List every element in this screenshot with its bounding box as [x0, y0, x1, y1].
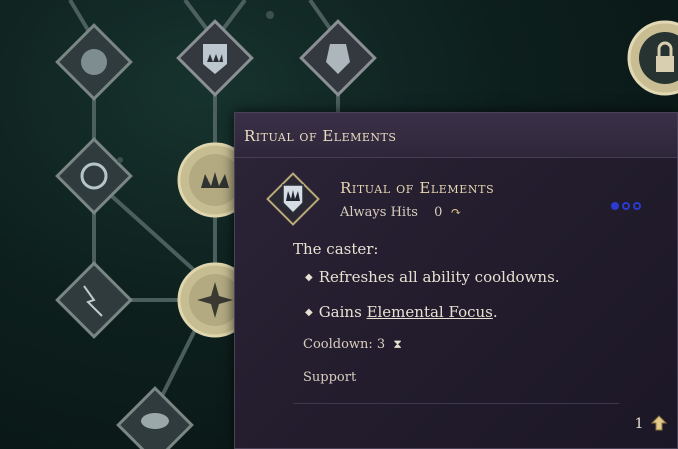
refresh-arrow-icon: ↷ — [450, 205, 462, 220]
upgrade-cost: 1 — [635, 415, 667, 432]
skill-node-locked-crystal[interactable] — [299, 19, 377, 97]
description-bullet: ◆ Refreshes all ability cooldowns. — [305, 268, 560, 286]
crown-shield-icon — [266, 172, 320, 226]
bullet-diamond-icon: ◆ — [305, 272, 313, 283]
elemental-focus-link[interactable]: Elemental Focus — [367, 303, 493, 321]
cost-value: 1 — [634, 416, 644, 432]
recovery-value: 0 — [434, 205, 443, 220]
accuracy-text: Always Hits — [340, 205, 418, 220]
hourglass-icon: ⧗ — [393, 337, 402, 351]
description-bullet: ◆ Gains Elemental Focus. — [305, 303, 498, 321]
pip-empty — [633, 202, 641, 210]
skill-node-crown-shield[interactable] — [176, 19, 254, 97]
skill-node-cloud[interactable] — [116, 386, 194, 449]
ability-meta: Always Hits 0 ↷ — [340, 205, 461, 220]
cooldown-text: Cooldown: 3 ⧗ — [303, 337, 402, 352]
skill-node-locked-right[interactable] — [627, 20, 678, 96]
pip-empty — [622, 202, 630, 210]
description-intro: The caster: — [293, 240, 379, 258]
pip-filled — [611, 202, 619, 210]
divider — [293, 403, 619, 404]
upgrade-point-icon — [651, 415, 667, 431]
skill-node-orb[interactable] — [55, 23, 133, 101]
ability-category: Support — [303, 370, 357, 385]
skill-node-storm[interactable] — [55, 261, 133, 339]
ability-tooltip: Ritual of Elements Ritual of Elements Al… — [234, 112, 678, 449]
tooltip-header: Ritual of Elements — [235, 113, 677, 158]
ability-name: Ritual of Elements — [340, 179, 495, 197]
tooltip-title: Ritual of Elements — [244, 127, 397, 145]
bullet-diamond-icon: ◆ — [305, 307, 313, 318]
